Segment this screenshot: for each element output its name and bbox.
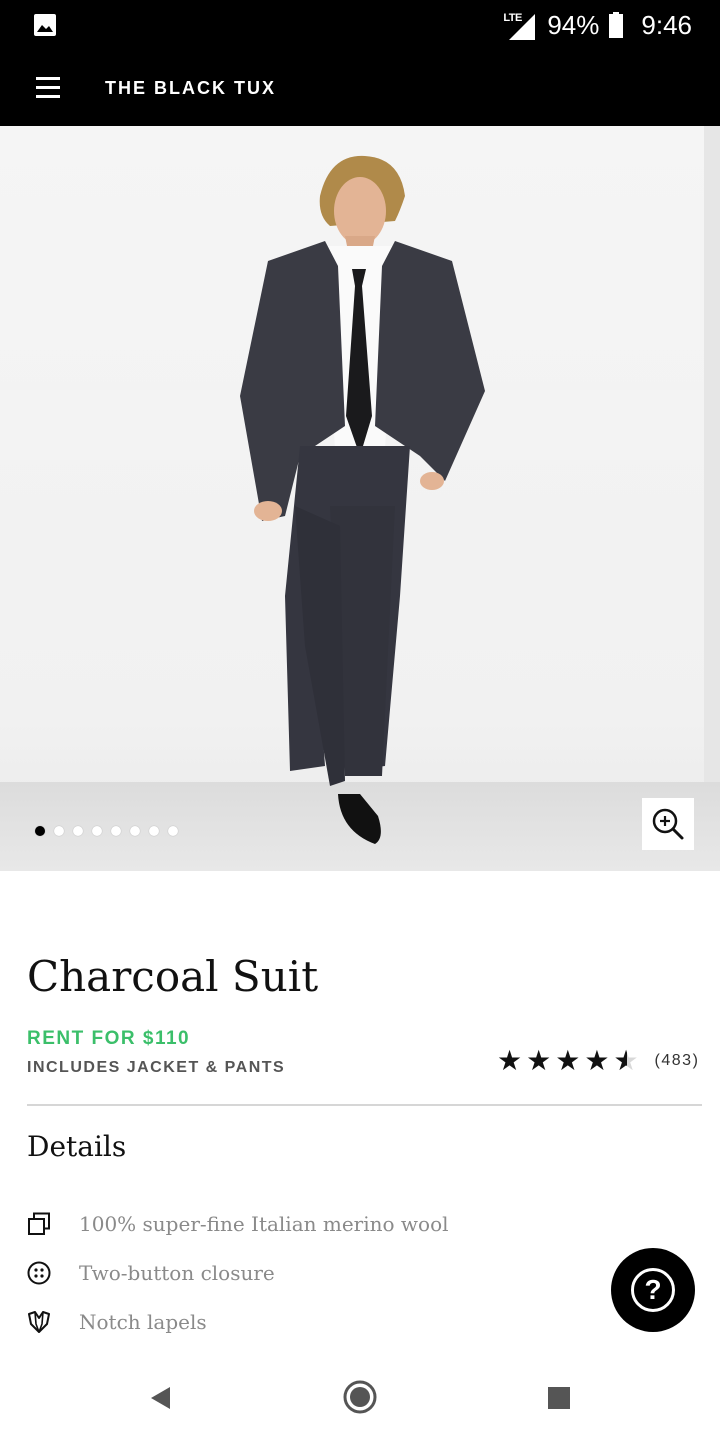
battery-icon [609,12,624,38]
battery-percent: 94% [547,9,600,40]
detail-item: Notch lapels [27,1310,207,1334]
carousel-dot[interactable] [168,826,178,836]
carousel-dot[interactable] [54,826,64,836]
product-rating[interactable]: ★ ★ ★ ★ ★ ★ (483) [497,1047,699,1075]
includes-label: INCLUDES JACKET & PANTS [27,1059,286,1076]
carousel-dot[interactable] [73,826,83,836]
clock: 9:46 [641,9,692,40]
star-rating: ★ ★ ★ ★ ★ ★ [497,1047,639,1075]
system-nav-bar [0,1356,720,1440]
detail-text: 100% super-fine Italian merino wool [79,1212,449,1236]
product-title: Charcoal Suit [27,952,319,1001]
zoom-in-icon [652,808,684,840]
detail-item: Two-button closure [27,1261,275,1285]
status-bar: LTE 94% 9:46 [0,0,720,50]
app-header: THE BLACK TUX [0,50,720,126]
lapel-icon [27,1310,51,1334]
carousel-dot[interactable] [35,826,45,836]
signal-icon: LTE [503,10,537,40]
fabric-swatch-icon [27,1212,51,1236]
help-icon: ? [631,1268,675,1312]
button-icon [27,1261,51,1285]
star-half-icon: ★ ★ [613,1045,639,1076]
section-divider [27,1104,702,1106]
help-button[interactable]: ? [611,1248,695,1332]
detail-text: Notch lapels [79,1310,207,1334]
details-heading: Details [27,1130,127,1163]
carousel-dot[interactable] [130,826,140,836]
detail-text: Two-button closure [79,1261,275,1285]
detail-item: 100% super-fine Italian merino wool [27,1212,449,1236]
star-full-icon: ★ [584,1045,610,1076]
product-image[interactable] [0,126,720,871]
gallery-notification-icon [34,14,56,36]
zoom-in-button[interactable] [642,798,694,850]
status-icons: LTE 94% 9:46 [503,0,692,50]
model-figure [240,155,485,844]
brand-logo[interactable]: THE BLACK TUX [105,50,276,126]
carousel-dot[interactable] [92,826,102,836]
carousel-dot[interactable] [111,826,121,836]
carousel-dot[interactable] [149,826,159,836]
rental-price: RENT FOR $110 [27,1028,191,1049]
carousel-indicator [35,826,178,836]
review-count[interactable]: (483) [655,1052,700,1070]
hamburger-icon[interactable] [36,77,60,99]
home-icon[interactable] [343,1380,377,1414]
back-icon[interactable] [150,1386,172,1410]
star-full-icon: ★ [497,1045,523,1076]
star-full-icon: ★ [526,1045,552,1076]
star-full-icon: ★ [555,1045,581,1076]
recents-icon[interactable] [548,1387,570,1409]
